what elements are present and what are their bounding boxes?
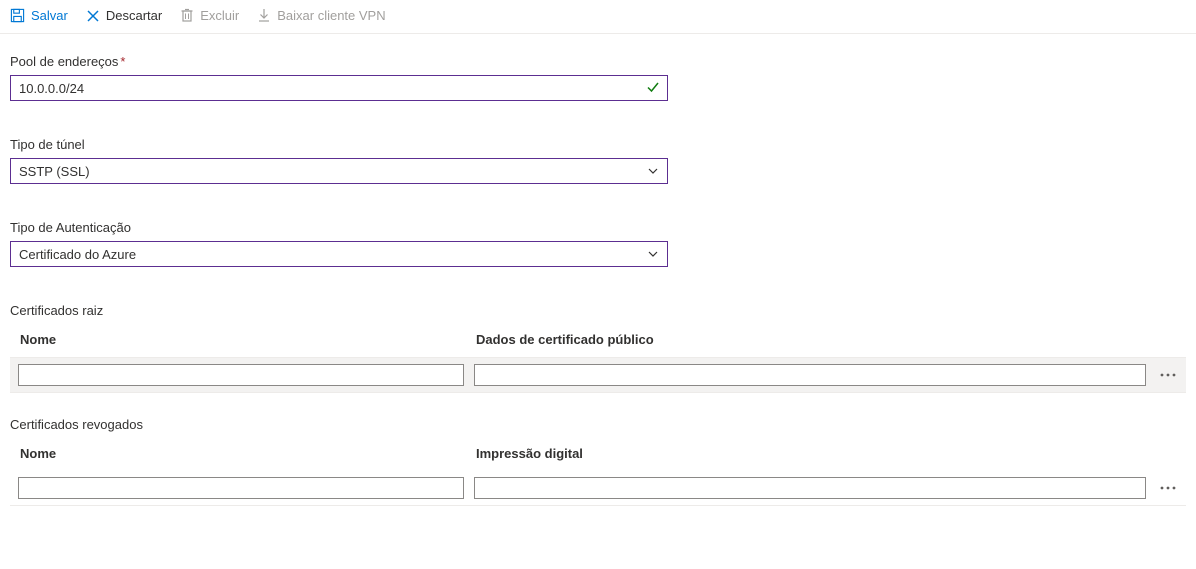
download-vpn-button: Baixar cliente VPN: [257, 8, 385, 23]
root-certs-heading: Certificados raiz: [10, 303, 1186, 318]
root-cert-name-input[interactable]: [18, 364, 464, 386]
revoked-certs-heading: Certificados revogados: [10, 417, 1186, 432]
revoked-cert-name-input[interactable]: [18, 477, 464, 499]
ellipsis-icon: [1160, 373, 1176, 377]
address-pool-field: Pool de endereços*: [10, 54, 1186, 101]
auth-type-field: Tipo de Autenticação Certificado do Azur…: [10, 220, 1186, 267]
content-area: Pool de endereços* Tipo de túnel SSTP (S…: [0, 34, 1196, 540]
root-certs-input-row: [10, 357, 1186, 393]
save-label: Salvar: [31, 8, 68, 23]
revoked-certs-input-row: [10, 471, 1186, 506]
revoked-certs-col-name: Nome: [20, 446, 476, 461]
close-icon: [86, 9, 100, 23]
root-certificates-section: Certificados raiz Nome Dados de certific…: [10, 303, 1186, 393]
address-pool-label: Pool de endereços*: [10, 54, 1186, 69]
download-label: Baixar cliente VPN: [277, 8, 385, 23]
required-indicator: *: [120, 54, 125, 69]
save-icon: [10, 8, 25, 23]
discard-button[interactable]: Descartar: [86, 8, 162, 23]
auth-type-label: Tipo de Autenticação: [10, 220, 1186, 235]
revoked-certs-header: Nome Impressão digital: [10, 446, 1186, 471]
save-button[interactable]: Salvar: [10, 8, 68, 23]
revoked-cert-thumb-input[interactable]: [474, 477, 1146, 499]
auth-type-select[interactable]: Certificado do Azure: [10, 241, 668, 267]
tunnel-type-select[interactable]: SSTP (SSL): [10, 158, 668, 184]
discard-label: Descartar: [106, 8, 162, 23]
more-button[interactable]: [1156, 477, 1180, 499]
ellipsis-icon: [1160, 486, 1176, 490]
tunnel-type-label: Tipo de túnel: [10, 137, 1186, 152]
auth-type-value: Certificado do Azure: [19, 247, 136, 262]
root-certs-col-data: Dados de certificado público: [476, 332, 1186, 347]
delete-icon: [180, 8, 194, 23]
address-pool-input[interactable]: [10, 75, 668, 101]
revoked-certs-col-thumb: Impressão digital: [476, 446, 1186, 461]
toolbar: Salvar Descartar Excluir: [0, 0, 1196, 34]
root-cert-data-input[interactable]: [474, 364, 1146, 386]
root-certs-col-name: Nome: [20, 332, 476, 347]
more-button[interactable]: [1156, 364, 1180, 386]
chevron-down-icon: [647, 248, 659, 263]
tunnel-type-value: SSTP (SSL): [19, 164, 90, 179]
revoked-certificates-section: Certificados revogados Nome Impressão di…: [10, 417, 1186, 506]
root-certs-header: Nome Dados de certificado público: [10, 332, 1186, 357]
tunnel-type-field: Tipo de túnel SSTP (SSL): [10, 137, 1186, 184]
delete-button: Excluir: [180, 8, 239, 23]
delete-label: Excluir: [200, 8, 239, 23]
download-icon: [257, 8, 271, 23]
chevron-down-icon: [647, 165, 659, 180]
